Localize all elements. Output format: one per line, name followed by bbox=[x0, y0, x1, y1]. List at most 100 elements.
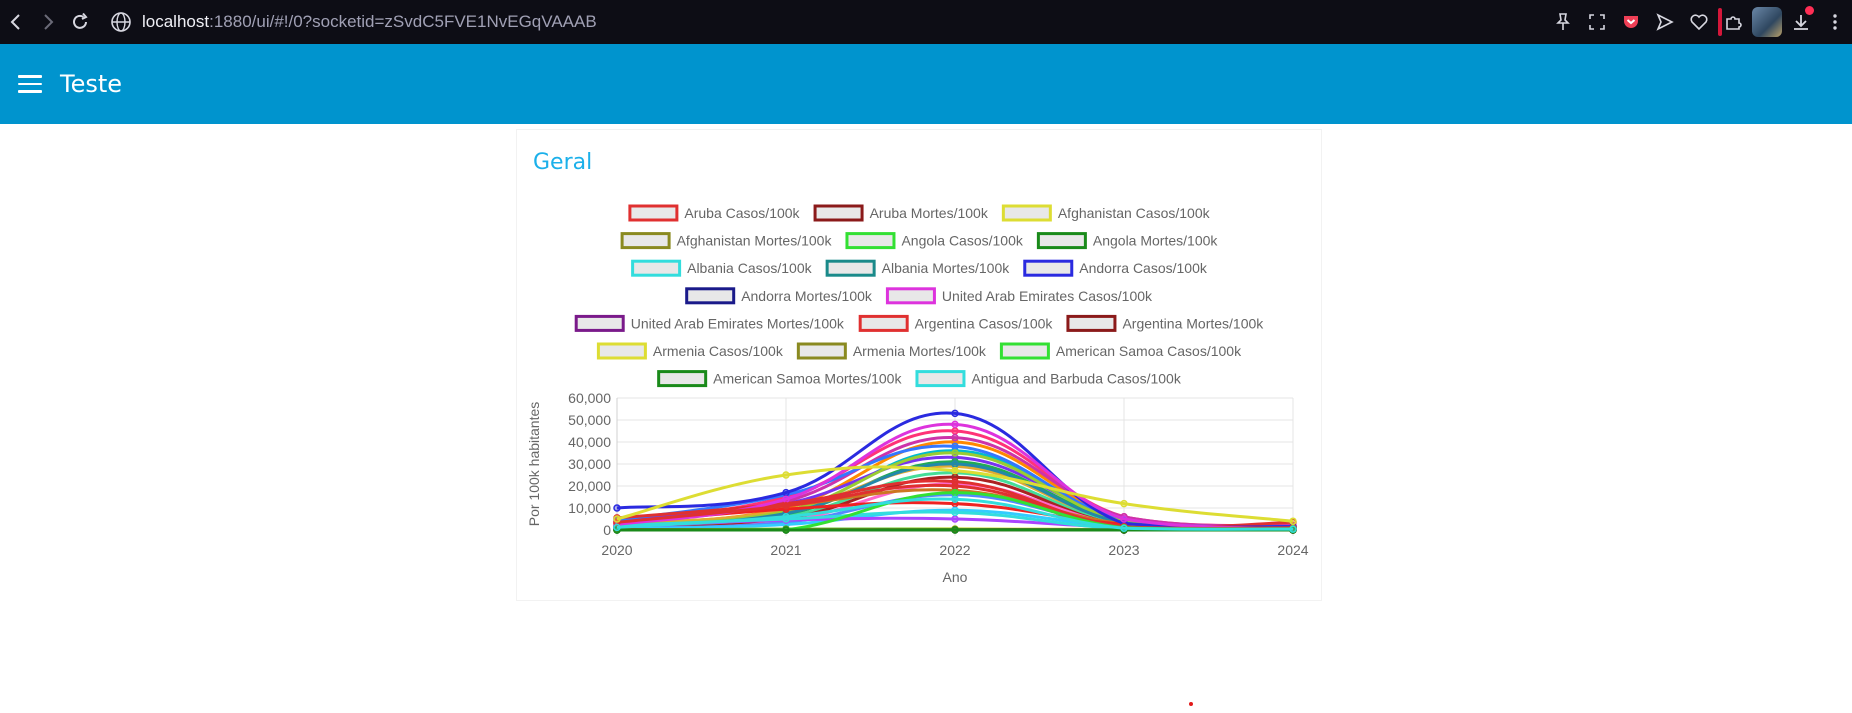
legend-swatch bbox=[1036, 232, 1087, 250]
legend-swatch bbox=[620, 232, 671, 250]
legend-item: Aruba Casos/100k bbox=[628, 204, 801, 222]
legend-swatch bbox=[628, 204, 679, 222]
data-point bbox=[951, 495, 959, 503]
legend-label: Albania Mortes/100k bbox=[882, 260, 1011, 276]
data-point bbox=[951, 442, 959, 451]
profile-avatar[interactable] bbox=[1750, 0, 1784, 44]
legend-label: Armenia Mortes/100k bbox=[853, 343, 987, 359]
back-icon[interactable] bbox=[0, 0, 32, 44]
data-point bbox=[1289, 525, 1297, 533]
data-point bbox=[951, 526, 959, 534]
y-tick-label: 20,000 bbox=[568, 478, 611, 494]
legend-swatch bbox=[825, 259, 876, 277]
x-tick-label: 2022 bbox=[939, 542, 970, 558]
legend-swatch bbox=[845, 232, 896, 250]
legend-label: Argentina Mortes/100k bbox=[1122, 315, 1264, 331]
data-point bbox=[613, 504, 621, 512]
legend-item: United Arab Emirates Casos/100k bbox=[885, 287, 1153, 305]
extensions-icon[interactable] bbox=[1716, 0, 1750, 44]
legend-swatch bbox=[858, 314, 909, 332]
legend-item: Aruba Mortes/100k bbox=[813, 204, 989, 222]
legend-swatch bbox=[1001, 204, 1052, 222]
data-point bbox=[782, 513, 790, 521]
legend-swatch bbox=[813, 204, 864, 222]
legend-swatch bbox=[685, 287, 736, 305]
legend-item: United Arab Emirates Mortes/100k bbox=[574, 314, 845, 332]
y-tick-label: 50,000 bbox=[568, 412, 611, 428]
legend-swatch bbox=[1066, 314, 1117, 332]
pocket-icon[interactable] bbox=[1614, 0, 1648, 44]
hamburger-menu-icon[interactable] bbox=[18, 75, 42, 93]
reload-icon[interactable] bbox=[64, 0, 96, 44]
data-point bbox=[951, 460, 959, 468]
data-point bbox=[1120, 524, 1128, 532]
legend-swatch bbox=[915, 370, 966, 388]
legend-label: Albania Casos/100k bbox=[687, 260, 813, 276]
legend-label: United Arab Emirates Mortes/100k bbox=[631, 315, 845, 331]
y-tick-label: 40,000 bbox=[568, 434, 611, 450]
legend-swatch bbox=[1023, 259, 1074, 277]
x-tick-label: 2021 bbox=[770, 542, 801, 558]
legend-label: Antigua and Barbuda Casos/100k bbox=[971, 371, 1181, 387]
legend-label: Argentina Casos/100k bbox=[915, 315, 1054, 331]
downloads-icon[interactable] bbox=[1784, 0, 1818, 44]
notification-dot bbox=[1805, 6, 1814, 15]
legend-item: American Samoa Casos/100k bbox=[999, 342, 1242, 360]
legend-label: American Samoa Casos/100k bbox=[1056, 343, 1242, 359]
line-chart: Aruba Casos/100k Aruba Mortes/100k Afghani… bbox=[526, 204, 1309, 585]
legend-swatch bbox=[999, 342, 1050, 360]
data-point bbox=[613, 515, 621, 523]
screenshot-icon[interactable] bbox=[1580, 0, 1614, 44]
legend-item: American Samoa Mortes/100k bbox=[657, 370, 902, 388]
legend-label: Aruba Mortes/100k bbox=[870, 205, 989, 221]
data-point bbox=[951, 409, 959, 418]
y-tick-label: 60,000 bbox=[568, 390, 611, 406]
pin-icon[interactable] bbox=[1546, 0, 1580, 44]
legend-swatch bbox=[631, 259, 682, 277]
legend-item: Andorra Mortes/100k bbox=[685, 287, 873, 305]
legend-swatch bbox=[796, 342, 847, 360]
data-point bbox=[782, 471, 790, 479]
x-axis-label: Ano bbox=[943, 569, 968, 585]
legend-item: Armenia Mortes/100k bbox=[796, 342, 987, 360]
legend-label: Afghanistan Casos/100k bbox=[1058, 205, 1211, 221]
legend-label: Armenia Casos/100k bbox=[653, 343, 784, 359]
legend-swatch bbox=[657, 370, 708, 388]
data-point bbox=[951, 433, 959, 442]
data-point bbox=[782, 526, 790, 534]
data-point bbox=[951, 508, 959, 517]
data-point bbox=[782, 488, 790, 497]
send-icon[interactable] bbox=[1648, 0, 1682, 44]
y-tick-label: 30,000 bbox=[568, 456, 611, 472]
legend-swatch bbox=[596, 342, 647, 360]
avatar bbox=[1752, 7, 1782, 37]
legend-item: Albania Mortes/100k bbox=[825, 259, 1011, 277]
data-point bbox=[951, 420, 959, 429]
menu-icon[interactable] bbox=[1818, 0, 1852, 44]
legend-item: Armenia Casos/100k bbox=[596, 342, 784, 360]
legend-item: Angola Casos/100k bbox=[845, 232, 1024, 250]
legend-item: Andorra Casos/100k bbox=[1023, 259, 1208, 277]
legend-swatch bbox=[574, 314, 625, 332]
address-bar[interactable]: localhost:1880/ui/#!/0?socketid=zSvdC5FV… bbox=[142, 12, 597, 32]
legend-label: Afghanistan Mortes/100k bbox=[677, 233, 833, 249]
heart-icon[interactable] bbox=[1682, 0, 1716, 44]
y-axis-label: Por 100k habitantes bbox=[526, 402, 542, 527]
legend-item: Afghanistan Casos/100k bbox=[1001, 204, 1211, 222]
legend-item: Afghanistan Mortes/100k bbox=[620, 232, 833, 250]
legend-label: Angola Casos/100k bbox=[901, 233, 1023, 249]
legend-label: United Arab Emirates Casos/100k bbox=[942, 288, 1153, 304]
chart-card: Geral Aruba Casos/100k Aruba Mortes/100k A… bbox=[517, 130, 1321, 600]
app-title: Teste bbox=[60, 70, 123, 98]
data-point bbox=[1120, 499, 1128, 508]
data-point bbox=[1120, 515, 1128, 523]
data-point bbox=[782, 502, 790, 510]
legend-swatch bbox=[885, 287, 936, 305]
legend-label: Angola Mortes/100k bbox=[1093, 233, 1219, 249]
data-point bbox=[951, 449, 959, 457]
legend-label: Andorra Casos/100k bbox=[1079, 260, 1208, 276]
forward-icon[interactable] bbox=[32, 0, 64, 44]
legend-label: Aruba Casos/100k bbox=[684, 205, 800, 221]
data-point bbox=[951, 515, 959, 523]
legend-label: Andorra Mortes/100k bbox=[741, 288, 873, 304]
